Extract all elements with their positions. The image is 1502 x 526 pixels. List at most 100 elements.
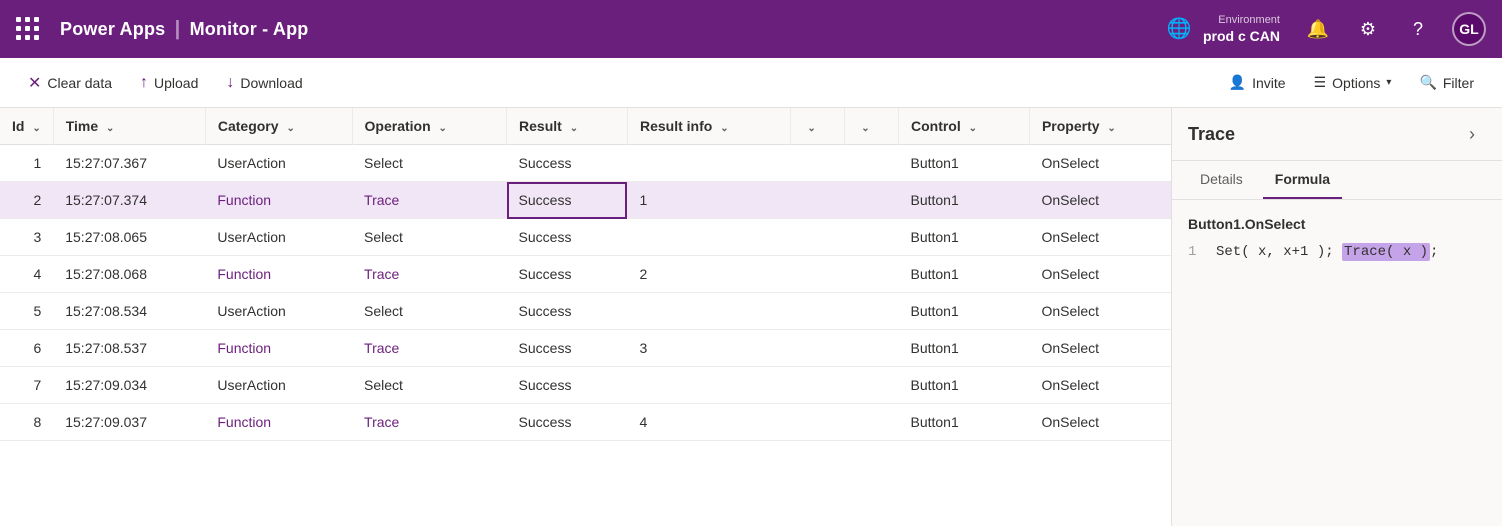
cell-operation: Select [352, 219, 507, 256]
col-id[interactable]: Id ⌄ [0, 108, 53, 145]
tab-formula[interactable]: Formula [1263, 161, 1342, 199]
cell-operation: Select [352, 293, 507, 330]
cell-category: UserAction [205, 367, 352, 404]
cell-id: 6 [0, 330, 53, 367]
col-extra2[interactable]: ⌄ [845, 108, 899, 145]
cell-operation: Trace [352, 330, 507, 367]
cell-operation: Trace [352, 404, 507, 441]
table-row[interactable]: 815:27:09.037FunctionTraceSuccess4Button… [0, 404, 1171, 441]
clear-data-icon: ✕ [28, 73, 41, 93]
table-row[interactable]: 215:27:07.374FunctionTraceSuccess1Button… [0, 182, 1171, 219]
monitor-table: Id ⌄ Time ⌄ Category ⌄ Operation ⌄ Resul… [0, 108, 1171, 441]
code-highlighted: Trace( x ) [1342, 243, 1430, 261]
col-time[interactable]: Time ⌄ [53, 108, 205, 145]
download-button[interactable]: ↓ Download [214, 68, 314, 98]
cell-control: Button1 [898, 404, 1029, 441]
cell-operation: Select [352, 367, 507, 404]
cell-result: Success [507, 182, 628, 219]
help-icon[interactable]: ? [1402, 13, 1434, 45]
cell-result: Success [507, 367, 628, 404]
col-property[interactable]: Property ⌄ [1029, 108, 1171, 145]
invite-button[interactable]: 👤 Invite [1217, 68, 1298, 97]
toolbar: ✕ Clear data ↑ Upload ↓ Download 👤 Invit… [0, 58, 1502, 108]
cell-extra1 [791, 145, 845, 182]
cell-extra2 [845, 330, 899, 367]
cell-time: 15:27:07.374 [53, 182, 205, 219]
panel-formula-content: Button1.OnSelect 1 Set( x, x+1 ); Trace(… [1172, 200, 1502, 526]
cell-category: UserAction [205, 219, 352, 256]
main-content: Id ⌄ Time ⌄ Category ⌄ Operation ⌄ Resul… [0, 108, 1502, 526]
app-grid-icon[interactable] [16, 17, 40, 41]
environment-block: Environment prod c CAN [1203, 13, 1280, 45]
table-row[interactable]: 715:27:09.034UserActionSelectSuccessButt… [0, 367, 1171, 404]
col-operation[interactable]: Operation ⌄ [352, 108, 507, 145]
panel-close-button[interactable]: › [1458, 120, 1486, 148]
cell-operation: Trace [352, 182, 507, 219]
cell-category: UserAction [205, 145, 352, 182]
col-result-info[interactable]: Result info ⌄ [627, 108, 790, 145]
cell-category: Function [205, 404, 352, 441]
topbar: Power Apps | Monitor - App 🌐 Environment… [0, 0, 1502, 58]
options-button[interactable]: ☰ Options ▾ [1302, 68, 1404, 97]
formula-label: Button1.OnSelect [1188, 216, 1486, 232]
avatar[interactable]: GL [1452, 12, 1486, 46]
filter-button[interactable]: 🔍 Filter [1407, 68, 1486, 97]
toolbar-right-actions: 👤 Invite ☰ Options ▾ 🔍 Filter [1217, 68, 1486, 97]
upload-icon: ↑ [140, 74, 148, 92]
cell-time: 15:27:08.534 [53, 293, 205, 330]
code-content: Set( x, x+1 ); Trace( x ); [1216, 244, 1438, 260]
cell-control: Button1 [898, 293, 1029, 330]
cell-time: 15:27:07.367 [53, 145, 205, 182]
table-row[interactable]: 515:27:08.534UserActionSelectSuccessButt… [0, 293, 1171, 330]
cell-property: OnSelect [1029, 145, 1171, 182]
cell-property: OnSelect [1029, 367, 1171, 404]
cell-result-info [627, 145, 790, 182]
cell-id: 3 [0, 219, 53, 256]
table-row[interactable]: 315:27:08.065UserActionSelectSuccessButt… [0, 219, 1171, 256]
cell-result: Success [507, 219, 628, 256]
app-title: Power Apps | Monitor - App [60, 18, 308, 41]
clear-data-button[interactable]: ✕ Clear data [16, 67, 124, 99]
cell-time: 15:27:08.537 [53, 330, 205, 367]
table-row[interactable]: 415:27:08.068FunctionTraceSuccess2Button… [0, 256, 1171, 293]
cell-result-info [627, 367, 790, 404]
formula-code: 1 Set( x, x+1 ); Trace( x ); [1188, 244, 1486, 260]
cell-extra2 [845, 219, 899, 256]
line-number: 1 [1188, 244, 1204, 260]
cell-control: Button1 [898, 367, 1029, 404]
settings-icon[interactable]: ⚙ [1352, 13, 1384, 45]
chevron-down-icon: ▾ [1386, 77, 1391, 88]
cell-extra1 [791, 182, 845, 219]
col-result[interactable]: Result ⌄ [507, 108, 628, 145]
cell-property: OnSelect [1029, 182, 1171, 219]
cell-category: Function [205, 256, 352, 293]
cell-operation: Trace [352, 256, 507, 293]
col-category[interactable]: Category ⌄ [205, 108, 352, 145]
col-control[interactable]: Control ⌄ [898, 108, 1029, 145]
cell-result-info: 1 [627, 182, 790, 219]
table-row[interactable]: 615:27:08.537FunctionTraceSuccess3Button… [0, 330, 1171, 367]
filter-icon: 🔍 [1419, 74, 1436, 91]
cell-id: 8 [0, 404, 53, 441]
cell-control: Button1 [898, 256, 1029, 293]
cell-result-info: 3 [627, 330, 790, 367]
cell-result: Success [507, 256, 628, 293]
topbar-right: 🌐 Environment prod c CAN 🔔 ⚙ ? GL [1163, 12, 1486, 46]
cell-control: Button1 [898, 219, 1029, 256]
upload-button[interactable]: ↑ Upload [128, 68, 210, 98]
cell-control: Button1 [898, 145, 1029, 182]
table-area: Id ⌄ Time ⌄ Category ⌄ Operation ⌄ Resul… [0, 108, 1172, 526]
cell-property: OnSelect [1029, 256, 1171, 293]
cell-time: 15:27:09.034 [53, 367, 205, 404]
col-extra1[interactable]: ⌄ [791, 108, 845, 145]
cell-property: OnSelect [1029, 404, 1171, 441]
cell-property: OnSelect [1029, 293, 1171, 330]
cell-extra2 [845, 182, 899, 219]
tab-details[interactable]: Details [1188, 161, 1255, 199]
cell-category: Function [205, 330, 352, 367]
cell-extra2 [845, 367, 899, 404]
globe-icon[interactable]: 🌐 [1163, 13, 1195, 45]
cell-extra1 [791, 330, 845, 367]
notification-icon[interactable]: 🔔 [1302, 13, 1334, 45]
table-row[interactable]: 115:27:07.367UserActionSelectSuccessButt… [0, 145, 1171, 182]
